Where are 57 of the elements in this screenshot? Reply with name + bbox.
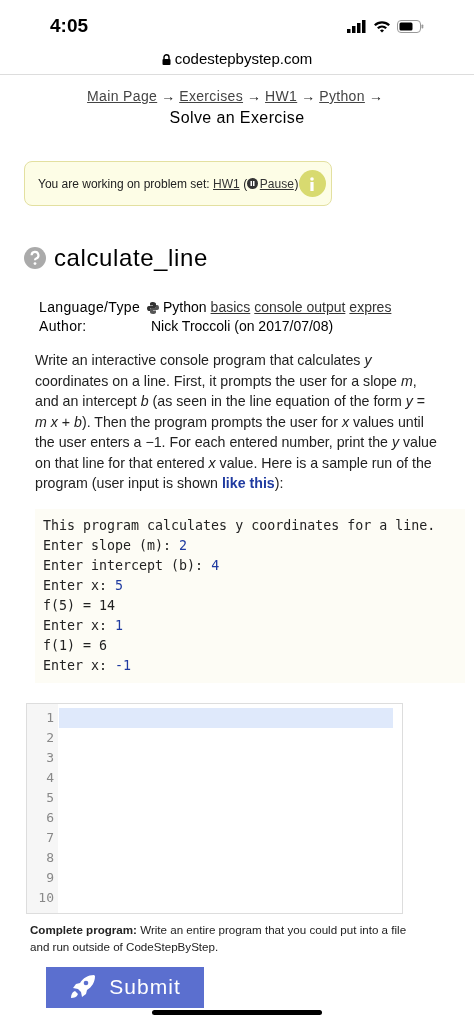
editor-line[interactable]: 5 [27, 787, 393, 808]
meta-value: Python [163, 298, 207, 317]
sample-run: This program calculates y coordinates for a line. Enter slope (m): 2 Enter intercept (b): 4 Enter x: 5 f(5) = 14 Enter x: 1 f(1) = 6 Enter x: -1 [35, 508, 465, 683]
editor-line[interactable]: 3 [27, 747, 393, 768]
notice-text: You are working on problem set: HW1 [38, 175, 240, 193]
paren-text: ( [243, 175, 248, 193]
tag-link[interactable]: expres [349, 298, 392, 317]
breadcrumb-link[interactable]: HW1 [265, 85, 298, 107]
problem-description: Write an interactive console program that calculates y coordinates on a line. First, it prompts the user for a slope m, and an intercept b (as seen in the line equation of the form y = m x + b). Then the program prompts the user for x values until the user enters a −1. For each entered number, print the y value on that line for that entered x value. Here is a sample run of the program (user input is shown like this): [35, 351, 438, 493]
lock-icon [161, 53, 171, 65]
breadcrumb-separator: → [247, 87, 262, 106]
tag-link[interactable]: console output [254, 298, 346, 317]
editor-line[interactable]: 7 [27, 827, 393, 848]
program-note: Complete program: Write an entire program that you could put into a file and run outside of CodeStepByStep. [30, 921, 408, 955]
breadcrumb-link[interactable]: Main Page [87, 85, 158, 107]
breadcrumb-link[interactable]: Python [319, 85, 365, 107]
meta-label: Author: [39, 317, 88, 336]
breadcrumb-separator: → [368, 87, 383, 106]
line-number: 8 [45, 848, 55, 867]
line-number: 7 [45, 828, 55, 847]
line-number: 10 [37, 888, 55, 907]
tag-link[interactable]: basics [210, 298, 251, 317]
editor-line[interactable]: 4 [27, 767, 393, 788]
url-text: codestepbystep.com [174, 48, 313, 69]
meta-label: Language/Type [39, 298, 142, 317]
wifi-icon [373, 19, 391, 33]
breadcrumb-current: Solve an Exercise [169, 108, 305, 128]
line-number: 9 [45, 868, 55, 887]
editor-line[interactable]: 2 [27, 727, 393, 748]
editor-line[interactable]: 10 [27, 887, 393, 908]
info-icon[interactable] [298, 170, 326, 197]
problem-title: calculate_line [54, 243, 208, 273]
rocket-icon [69, 974, 96, 1000]
editor-line[interactable]: 8 [27, 847, 393, 868]
line-number: 5 [45, 788, 55, 807]
code-editor[interactable]: 1 2 3 4 5 6 7 8 9 10 [26, 702, 403, 914]
pause-icon [246, 178, 258, 189]
line-number: 1 [45, 708, 55, 727]
breadcrumb-link[interactable]: Exercises [179, 85, 244, 107]
submit-button[interactable]: Submit [46, 966, 204, 1008]
line-number: 4 [45, 768, 55, 787]
editor-line[interactable]: 6 [27, 807, 393, 828]
breadcrumb-separator: → [161, 87, 176, 106]
python-icon [147, 301, 159, 314]
status-time: 4:05 [50, 13, 89, 38]
line-number: 6 [45, 808, 55, 827]
paren-text: ) [294, 175, 299, 193]
help-icon[interactable] [24, 247, 46, 269]
breadcrumb-separator: → [301, 87, 316, 106]
pause-link[interactable]: Pause [246, 174, 294, 193]
editor-line[interactable]: 9 [27, 867, 393, 888]
meta-value: Nick Troccoli (on 2017/07/08) [151, 317, 334, 336]
problem-set-link[interactable]: HW1 [213, 176, 240, 191]
line-number: 2 [45, 728, 55, 747]
line-number: 3 [45, 748, 55, 767]
signal-icon [347, 19, 367, 33]
battery-icon [397, 19, 424, 33]
